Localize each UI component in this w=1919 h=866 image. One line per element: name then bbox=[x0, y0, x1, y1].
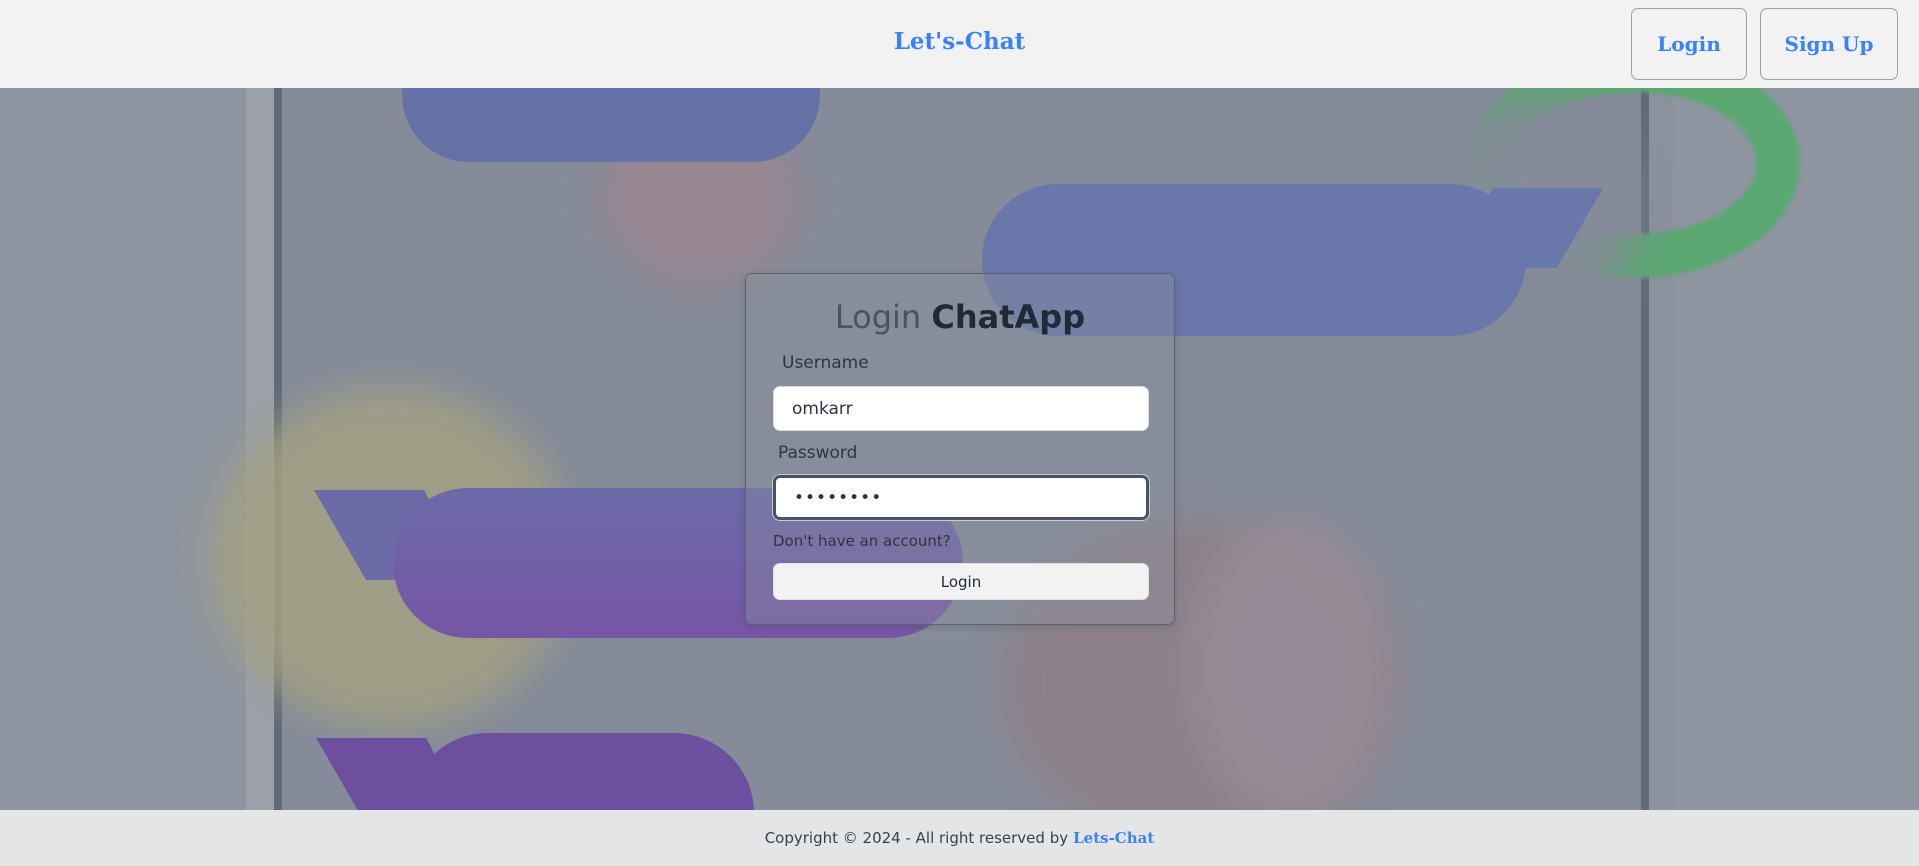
signup-link[interactable]: Don't have an account? bbox=[773, 532, 951, 550]
footer-brand-link[interactable]: Lets-Chat bbox=[1073, 829, 1154, 847]
login-title-bold: ChatApp bbox=[931, 298, 1086, 336]
chat-bubble-top bbox=[402, 88, 820, 162]
password-input[interactable] bbox=[773, 475, 1149, 520]
password-label: Password bbox=[778, 443, 858, 463]
brand-logo-link[interactable]: Let's-Chat bbox=[894, 28, 1026, 55]
chat-bubble-bottom bbox=[408, 733, 754, 810]
background-blob-mauve-light bbox=[1190, 518, 1390, 810]
footer: Copyright © 2024 - All right reserved by… bbox=[0, 810, 1919, 866]
login-card: Login ChatApp Username Password Don't ha… bbox=[745, 273, 1175, 625]
footer-copyright-text: Copyright © 2024 - All right reserved by bbox=[764, 829, 1069, 847]
login-submit-button[interactable]: Login bbox=[773, 563, 1149, 600]
nav-login-button[interactable]: Login bbox=[1631, 8, 1747, 80]
top-navbar: Let's-Chat Login Sign Up bbox=[0, 0, 1919, 88]
nav-signup-button[interactable]: Sign Up bbox=[1760, 8, 1898, 80]
username-label: Username bbox=[782, 353, 869, 373]
login-title-light: Login bbox=[834, 298, 922, 336]
login-card-title: Login ChatApp bbox=[746, 298, 1174, 336]
page: Let's-Chat Login Sign Up Login ChatApp U… bbox=[0, 0, 1919, 866]
username-input[interactable] bbox=[773, 386, 1149, 431]
